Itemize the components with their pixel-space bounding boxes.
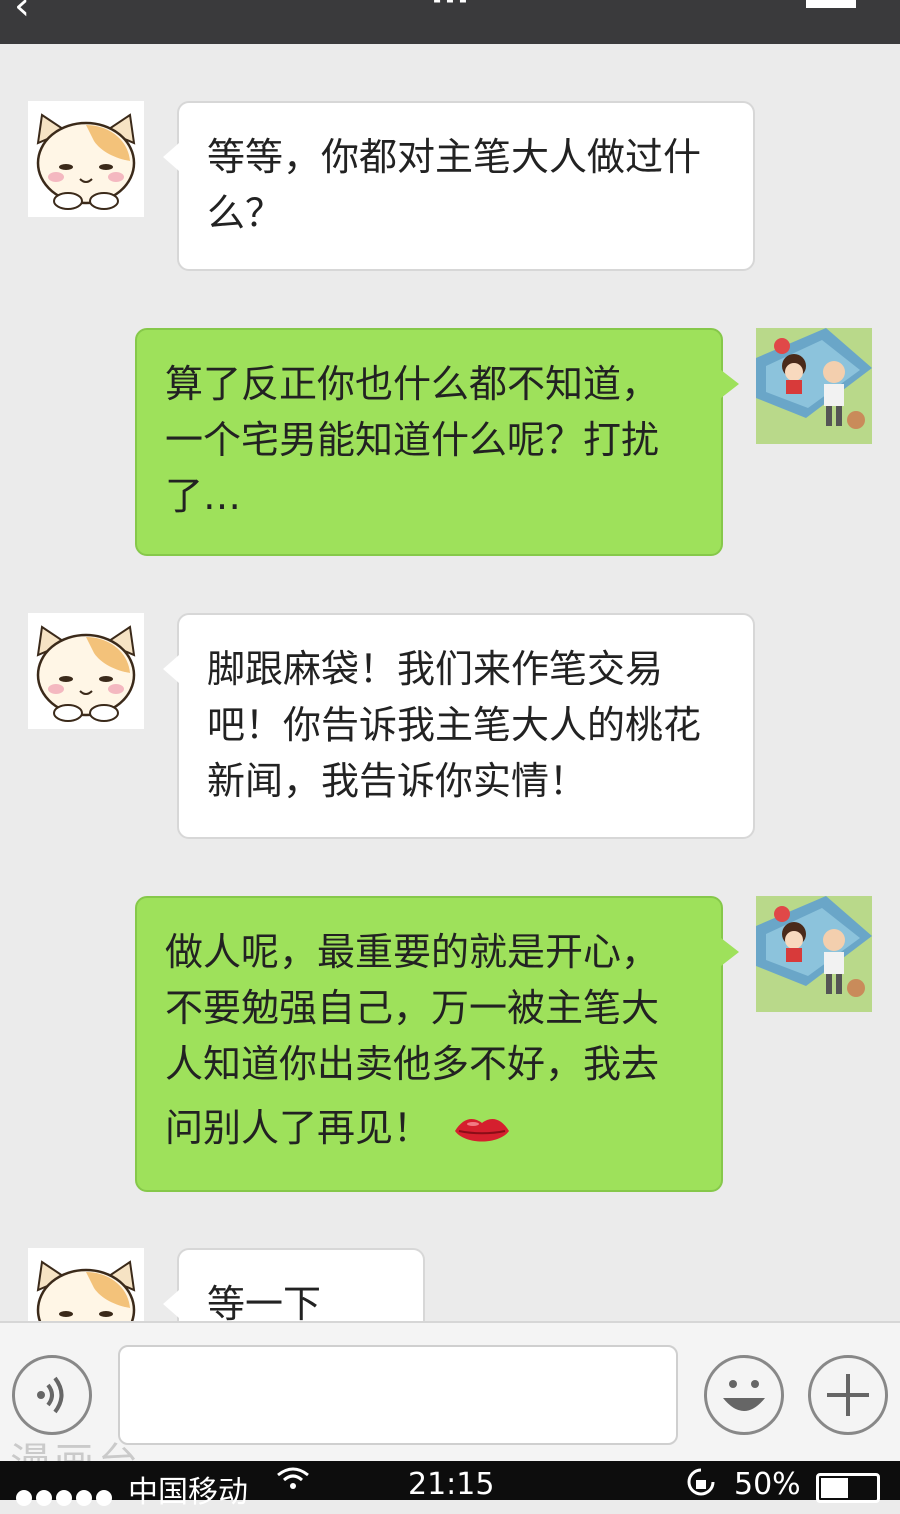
menu-icon[interactable] [806, 0, 856, 8]
plus-icon [827, 1374, 869, 1416]
bubble-tail [163, 655, 179, 683]
message-line: 新闻，我告诉你实情！ [207, 759, 588, 803]
picnic-avatar-image [756, 328, 872, 444]
bubble-tail [721, 938, 739, 966]
carrier-name: 中国移动 [128, 1475, 248, 1510]
picnic-avatar[interactable] [756, 328, 872, 444]
message-line: 么？ [207, 191, 284, 235]
message-line: 算了反正你也什么都不知道， [165, 362, 660, 406]
received-message-bubble[interactable]: 等等，你都对主笔大人做过什 么？ [163, 101, 755, 271]
message-line: 一个宅男能知道什么呢？打扰 [165, 418, 660, 462]
cat-avatar-image [28, 613, 144, 729]
cat-avatar[interactable] [28, 613, 144, 729]
cat-avatar-image [28, 1248, 144, 1321]
message-line: 吧！你告诉我主笔大人的桃花 [207, 703, 702, 747]
message-line: 做人呢，最重要的就是开心， [165, 930, 660, 974]
wifi-icon [276, 1465, 310, 1498]
sent-message-bubble[interactable]: 做人呢，最重要的就是开心， 不要勉强自己，万一被主笔大 人知道你出卖他多不好，我… [135, 896, 739, 1192]
cat-avatar[interactable] [28, 101, 144, 217]
message-line: 脚跟麻袋！我们来作笔交易 [207, 647, 664, 691]
voice-icon [37, 1376, 64, 1414]
message-line: 不要勉强自己，万一被主笔大 [165, 986, 660, 1030]
bubble-tail [163, 143, 179, 171]
bubble-tail [721, 370, 739, 398]
chat-area[interactable]: 等等，你都对主笔大人做过什 么？ 算了反正你也什么都不知道， 一个宅男能知道什么… [0, 44, 900, 1321]
message-line: 等等，你都对主笔大人做过什 [207, 135, 702, 179]
status-bar: 中国移动 21:15 50% [0, 1461, 900, 1510]
cat-avatar[interactable] [28, 1248, 144, 1321]
smiley-icon [723, 1380, 765, 1411]
message-line: 等一下啊… [207, 1282, 322, 1321]
title-bar: ‹ ··· [0, 0, 900, 44]
emoji-button[interactable] [704, 1355, 784, 1435]
plus-button[interactable] [808, 1355, 888, 1435]
sent-message-bubble[interactable]: 算了反正你也什么都不知道， 一个宅男能知道什么呢？打扰 了… [135, 328, 739, 556]
message-text-input[interactable] [118, 1345, 678, 1445]
picnic-avatar[interactable] [756, 896, 872, 1012]
signal-strength-icon [16, 1479, 116, 1514]
clock: 21:15 [408, 1467, 495, 1502]
received-message-bubble[interactable]: 等一下啊… [163, 1248, 425, 1321]
rotation-lock-icon [684, 1467, 718, 1504]
picnic-avatar-image [756, 896, 872, 1012]
message-line: 了… [165, 474, 242, 518]
message-line: 问别人了再见！ [165, 1106, 432, 1150]
lips-emoji-icon [455, 1118, 510, 1141]
battery-percentage: 50% [734, 1467, 801, 1502]
bubble-tail [163, 1290, 179, 1318]
voice-button[interactable] [12, 1355, 92, 1435]
battery-level [821, 1478, 848, 1498]
received-message-bubble[interactable]: 脚跟麻袋！我们来作笔交易 吧！你告诉我主笔大人的桃花 新闻，我告诉你实情！ [163, 613, 755, 839]
battery-icon [816, 1473, 880, 1503]
cat-avatar-image [28, 101, 144, 217]
message-line: 人知道你出卖他多不好，我去 [165, 1042, 660, 1086]
chat-title: ··· [430, 0, 470, 20]
